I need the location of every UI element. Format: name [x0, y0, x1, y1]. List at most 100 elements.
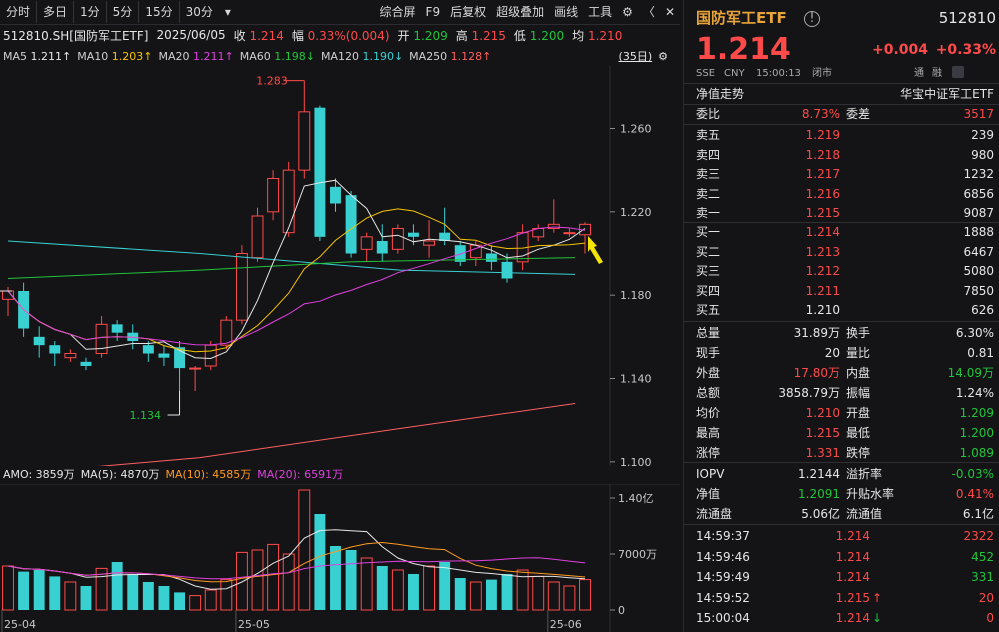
book-price: 1.217 [805, 167, 840, 181]
candle-body [391, 228, 404, 250]
stat-value: 0.41% [955, 487, 994, 501]
composite-screen-button[interactable]: 综合屏 [375, 1, 421, 23]
candle-body [376, 241, 388, 254]
ask-row: 卖二 1.216 6856 [684, 184, 999, 204]
candle-body [158, 353, 170, 358]
etf-stat-row: 净值 1.2091 升贴水率 0.41% [684, 484, 999, 504]
candle-body [563, 232, 576, 235]
volume-bar [391, 569, 404, 611]
ma-label: MA120 [320, 49, 359, 63]
ma-value: 1.190↓ [358, 49, 404, 63]
volume-bar [454, 578, 466, 610]
ma-label: MA20 [158, 49, 190, 63]
book-label: 买四 [696, 283, 721, 298]
draw-line-button[interactable]: 画线 [549, 1, 583, 23]
book-volume: 626 [971, 303, 994, 317]
book-price: 1.211 [805, 283, 840, 298]
chart-background [0, 66, 680, 466]
tick-time: 14:59:37 [696, 529, 750, 543]
f9-button[interactable]: F9 [421, 1, 446, 23]
stat-label: 净值 [696, 487, 721, 501]
volume-bar [579, 579, 591, 611]
etf-stat-row: IOPV 1.2144 溢折率 -0.03% [684, 464, 999, 484]
stat-label: 跌停 [846, 446, 871, 460]
tab-30min[interactable]: 30分 [180, 1, 219, 23]
ask-row: 卖一 1.215 9087 [684, 203, 999, 223]
volume-bar [204, 589, 217, 611]
volume-bar [174, 592, 185, 610]
tab-fenshi[interactable]: 分时 [0, 1, 38, 23]
tools-button[interactable]: 工具 [583, 1, 617, 23]
volume-bar [501, 574, 513, 610]
volume-bar [408, 574, 419, 610]
candle-body [142, 345, 154, 354]
ma-label: MA5 [3, 49, 28, 63]
volume-chart[interactable]: 1.40亿 7000万 0 25-04 25-05 25-06 [0, 484, 680, 632]
currency: CNY [724, 68, 745, 79]
days-badge[interactable]: (35日) [619, 48, 653, 64]
volume-bar [563, 585, 576, 611]
candlestick-chart[interactable]: 1.260 1.220 1.180 1.140 1.100 1.283 1.134 [0, 66, 680, 466]
candle-body [314, 107, 326, 237]
ma-value: 1.211↑ [189, 49, 234, 63]
adjust-button[interactable]: 后复权 [445, 1, 491, 23]
tab-1min[interactable]: 1分 [74, 1, 107, 23]
tab-5min[interactable]: 5分 [107, 1, 140, 23]
volume-tick-label: 7000万 [618, 548, 657, 561]
stat-value: 1.2091 [798, 487, 840, 501]
stat-label: 流通值 [846, 507, 883, 521]
stat-value: 3858.79万 [778, 386, 840, 400]
nav-trend-link[interactable]: 净值走势 [696, 84, 744, 104]
volume-bar [80, 586, 92, 610]
book-price: 1.210 [805, 303, 840, 317]
rong-badge: 融 [932, 68, 942, 79]
tab-15min[interactable]: 15分 [139, 1, 180, 23]
market-status: 闭市 [812, 68, 832, 79]
volume-bar [189, 595, 202, 611]
info-icon[interactable]: ! [804, 11, 820, 27]
stat-value: 1.210 [805, 406, 840, 420]
book-price: 1.216 [805, 186, 840, 201]
book-price: 1.213 [805, 244, 840, 259]
ma-value: 1.198↓ [270, 49, 315, 63]
candle-body [345, 195, 357, 254]
volume-bar [267, 543, 280, 611]
tick-time: 14:59:49 [696, 570, 750, 584]
gear-icon[interactable]: ⚙ [617, 1, 638, 23]
candle-body [111, 324, 123, 333]
open-value: 1.209 [413, 28, 448, 43]
stat-label: 升贴水率 [846, 487, 895, 501]
book-label: 卖四 [696, 147, 721, 162]
settings-icon[interactable]: ⚙ [658, 50, 668, 63]
stat-value: -0.03% [951, 467, 994, 481]
overlay-button[interactable]: 超级叠加 [491, 1, 549, 23]
collapse-icon[interactable]: 〈 [638, 1, 660, 23]
ma-label: MA250 [409, 49, 448, 63]
chevron-down-icon[interactable]: ▾ [219, 1, 237, 23]
candle-body [298, 111, 311, 171]
ohlc-info-bar: 512810.SH[国防军工ETF] 2025/06/05 收 1.214 幅 … [0, 25, 680, 45]
tick-volume: 2322 [963, 529, 994, 543]
low-annotation: 1.134 [130, 409, 162, 422]
ma-value: 1.203↑ [108, 49, 153, 63]
volume-bar [345, 550, 357, 610]
tick-volume: 20 [978, 590, 994, 605]
candle-body [235, 253, 248, 321]
close-value: 1.214 [249, 28, 284, 43]
amp-label: 幅 [291, 28, 304, 43]
book-label: 买二 [696, 244, 721, 259]
stat-row: 均价 1.210 开盘 1.209 [684, 403, 999, 423]
high-label: 高 [455, 28, 468, 43]
tick-price: 1.214 [835, 570, 870, 584]
price-tick-label: 1.180 [620, 289, 652, 302]
stat-label: 内盘 [846, 366, 871, 380]
close-icon[interactable]: ✕ [660, 1, 680, 23]
stat-label: 涨停 [696, 446, 721, 460]
tab-multi-day[interactable]: 多日 [37, 1, 75, 23]
high-value: 1.215 [471, 28, 506, 43]
candle-body [360, 236, 373, 250]
volume-bar [127, 574, 139, 610]
stat-row: 总量 31.89万 换手 6.30% [684, 323, 999, 343]
stat-label: IOPV [696, 467, 725, 481]
change-value: +0.004 [872, 42, 929, 58]
